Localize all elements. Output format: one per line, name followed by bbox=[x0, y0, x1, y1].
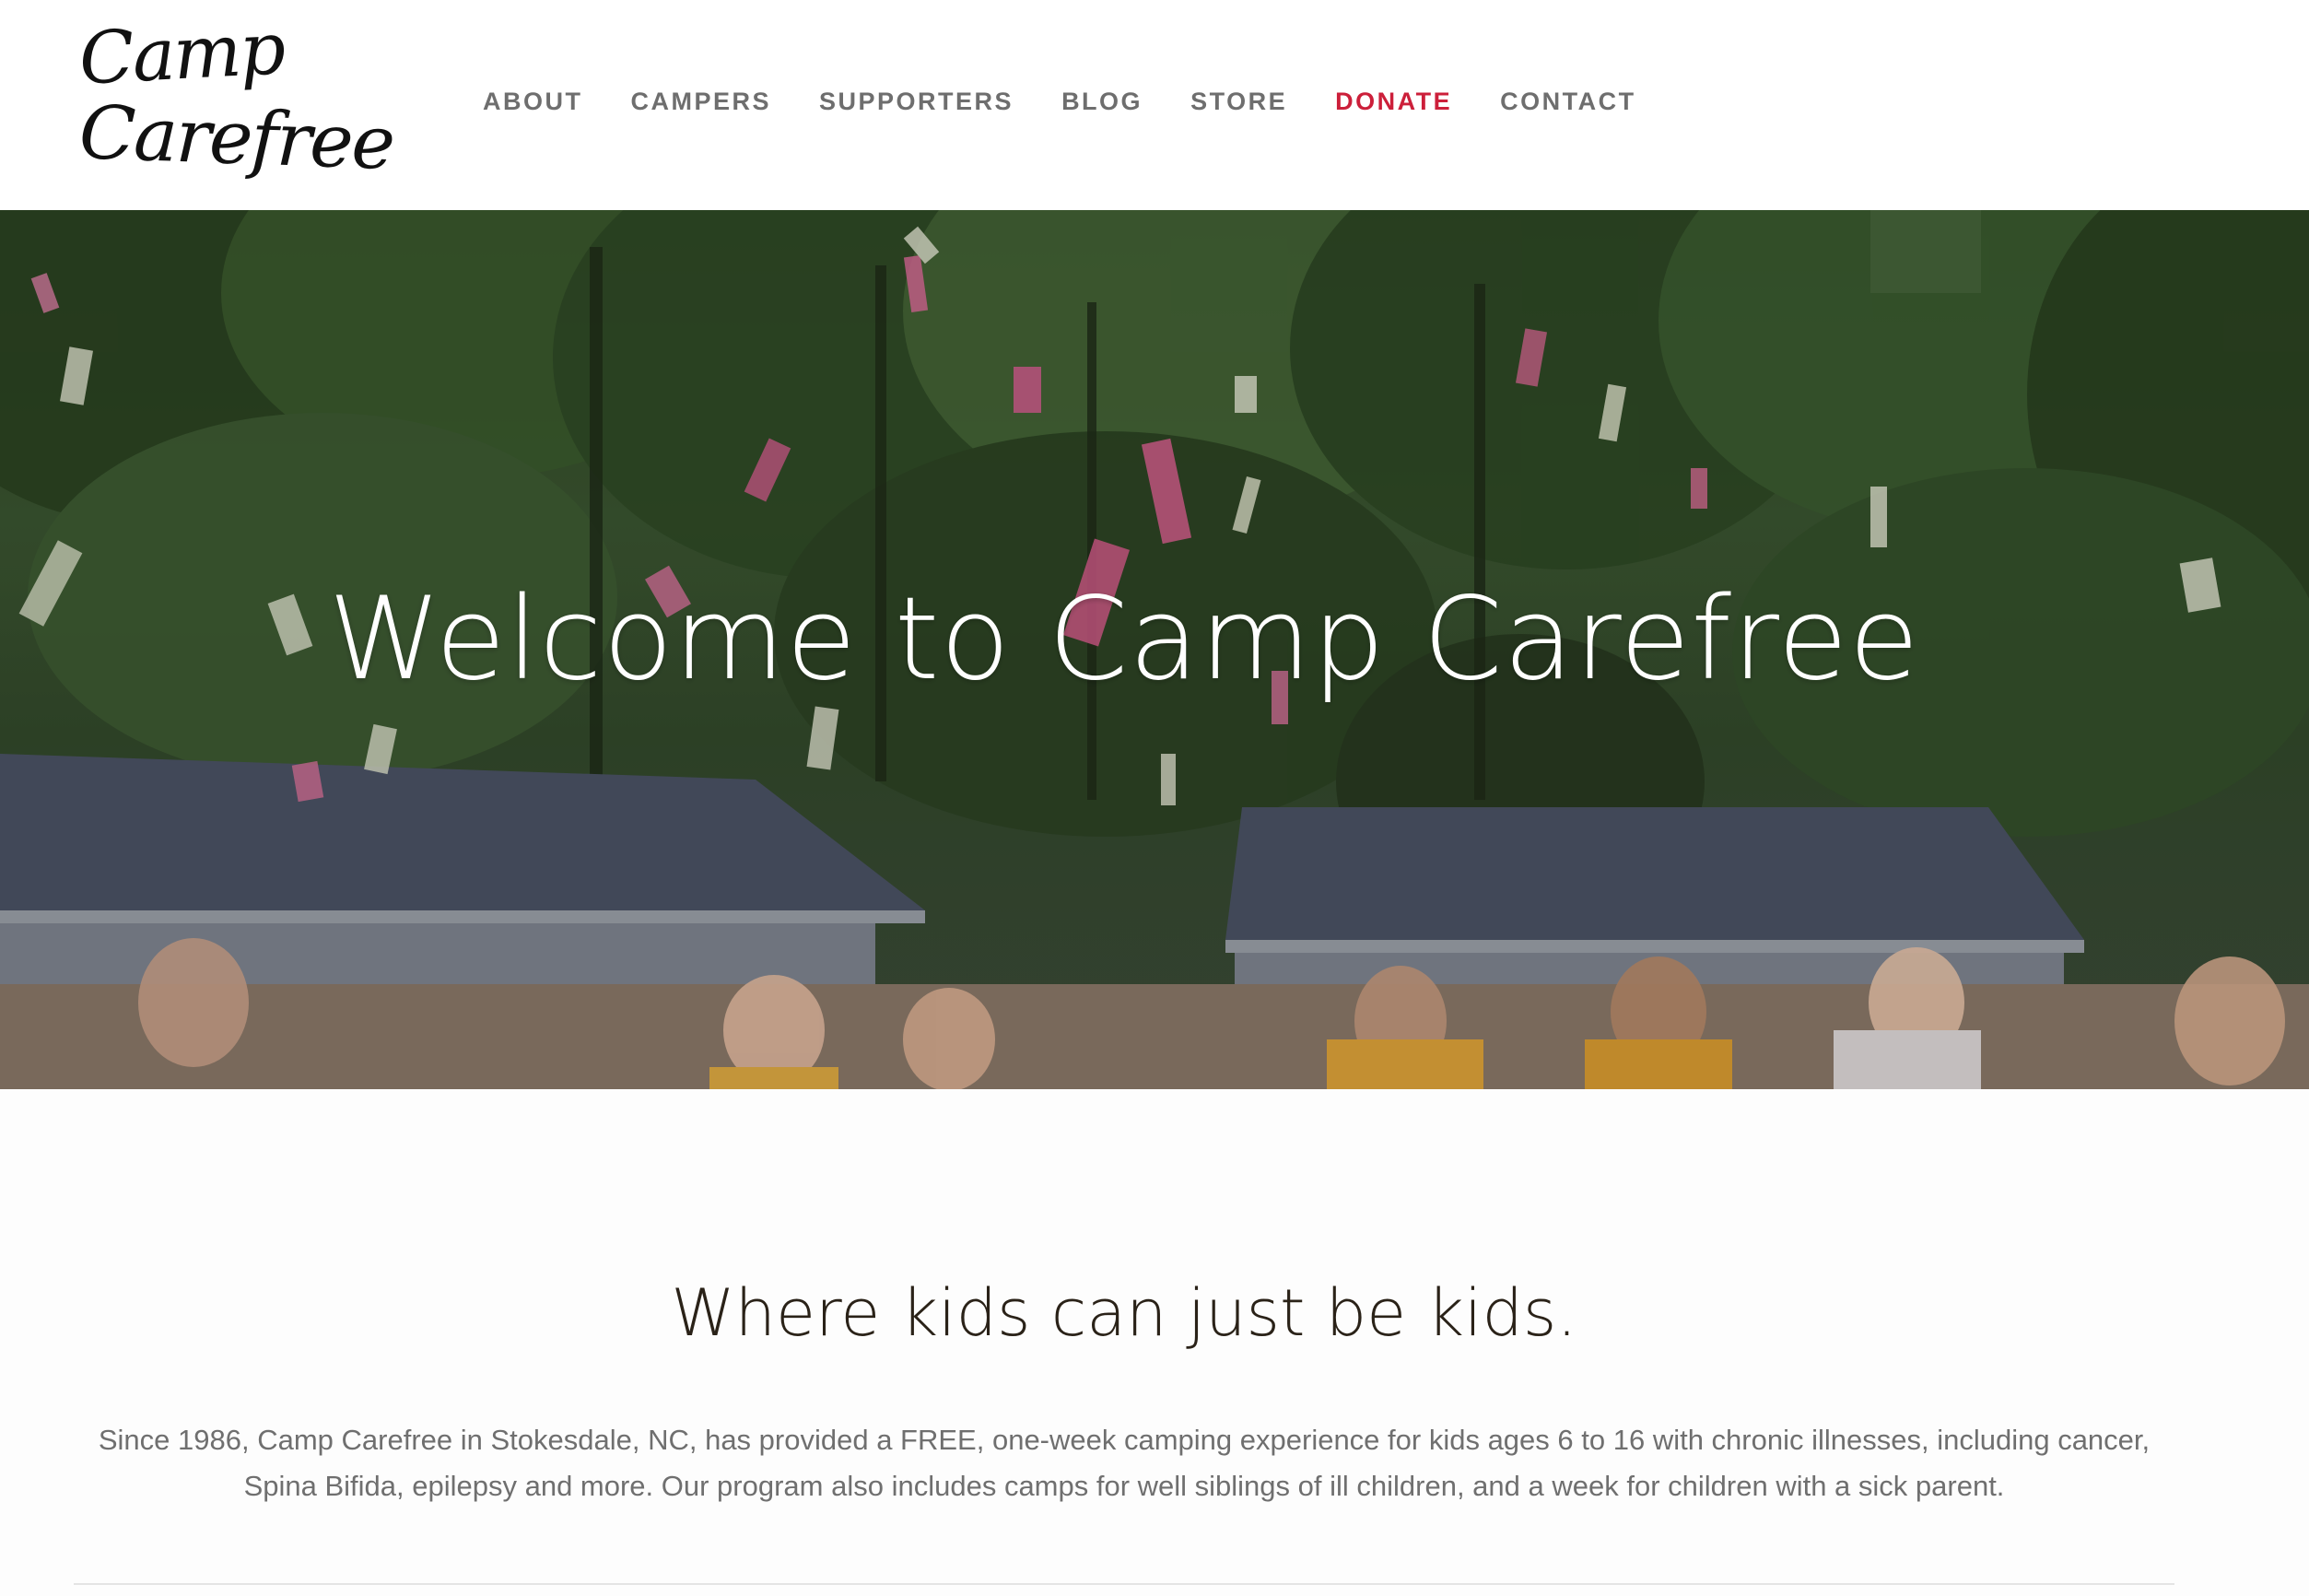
section-divider bbox=[74, 1583, 2174, 1585]
nav-donate[interactable]: DONATE bbox=[1335, 88, 1452, 116]
logo-line-1: Camp bbox=[76, 7, 287, 101]
nav-contact[interactable]: CONTACT bbox=[1500, 88, 1635, 116]
hero-title: Welcome to Camp Carefree bbox=[328, 573, 1920, 706]
nav-campers[interactable]: CAMPERS bbox=[631, 88, 772, 116]
nav-about[interactable]: ABOUT bbox=[483, 88, 583, 116]
intro-section: Where kids can just be kids. Since 1986,… bbox=[0, 1089, 2309, 1596]
intro-description: Since 1986, Camp Carefree in Stokesdale,… bbox=[98, 1424, 2151, 1502]
nav-blog[interactable]: BLOG bbox=[1061, 88, 1143, 116]
site-header: Camp Carefree ABOUT CAMPERS SUPPORTERS B… bbox=[0, 0, 2309, 210]
hero-banner: Welcome to Camp Carefree bbox=[0, 210, 2309, 1089]
nav-store[interactable]: STORE bbox=[1190, 88, 1287, 116]
nav-supporters[interactable]: SUPPORTERS bbox=[819, 88, 1014, 116]
main-nav: ABOUT CAMPERS SUPPORTERS BLOG STORE DONA… bbox=[483, 85, 1636, 118]
intro-tagline: Where kids can just be kids. bbox=[671, 1275, 1577, 1351]
logo-line-2: Carefree bbox=[77, 89, 395, 186]
camp-carefree-logo[interactable]: Camp Carefree bbox=[76, 7, 395, 188]
